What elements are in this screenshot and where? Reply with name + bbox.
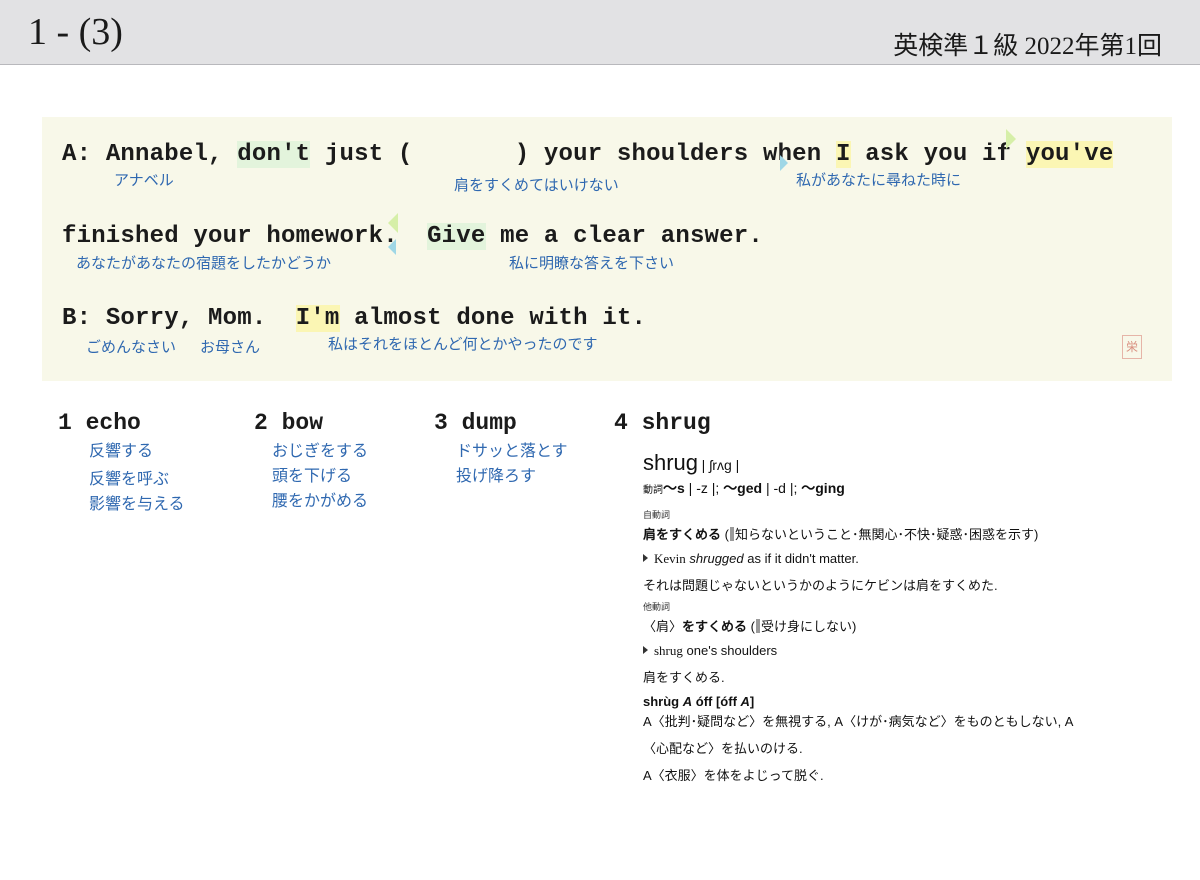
meaning-item: 反響を呼ぶ xyxy=(89,471,170,488)
meaning-item: おじぎをする xyxy=(272,443,369,460)
word-i: I xyxy=(835,141,851,168)
gloss-sorry: ごめんなさい xyxy=(86,339,177,356)
dialogue-line-a1: A: Annabel, don't just ( ) your shoulder… xyxy=(62,141,1114,168)
meaning-item: 腰をかがめる xyxy=(272,493,369,510)
question-number: 1 - (3) xyxy=(28,11,123,53)
chunk-marker-icon xyxy=(780,155,788,171)
text-cursor-icon xyxy=(755,619,760,633)
meaning-item: 影響を与える xyxy=(89,496,185,513)
dict-phrasal-def-2: 〈心配など〉を払いのける. xyxy=(643,741,803,756)
choice-2[interactable]: 2 bow xyxy=(254,410,323,436)
phrase-sorry-mom: Sorry, Mom. xyxy=(105,305,267,332)
phrase-finished-homework: finished your homework. xyxy=(62,223,398,250)
gloss-dont-shrug: 肩をすくめてはいけない xyxy=(454,177,619,194)
gloss-give-answer: 私に明瞭な答えを下さい xyxy=(509,255,675,272)
meaning-item: ドサッと落とす xyxy=(456,443,568,460)
dialogue-panel: A: Annabel, don't just ( ) your shoulder… xyxy=(42,117,1172,381)
choice-1[interactable]: 1 echo xyxy=(58,410,141,436)
phrase-ask-you-if: ask you if xyxy=(865,141,1012,168)
word-dont: don't xyxy=(237,141,311,168)
gloss-almost-done: 私はそれをほとんど何とかやったのです xyxy=(328,336,598,353)
choice-3[interactable]: 3 dump xyxy=(434,410,517,436)
word-youve: you've xyxy=(1025,141,1114,168)
title-bar: 1 - (3) 英検準１級 2022年第1回 xyxy=(0,0,1200,65)
gloss-annabel: アナベル xyxy=(114,172,174,189)
word-im: I'm xyxy=(295,305,340,332)
dict-intransitive-sense: 肩をすくめる (知らないということ･無関心･不快･疑惑･困惑を示す) xyxy=(643,527,1039,542)
dict-intransitive-label: 自動詞 xyxy=(643,510,671,520)
choice-4[interactable]: 4 shrug xyxy=(614,410,711,436)
meaning-item: 投げ降ろす xyxy=(456,468,537,485)
phrase-just-blank: just ( ) your shoulders when xyxy=(324,141,822,168)
dict-pronunciation: | ʃrʌg | xyxy=(701,457,740,473)
chunk-marker-icon xyxy=(388,239,396,255)
dict-example-1: Kevin shrugged as if it didn't matter. xyxy=(643,551,1163,567)
dict-inflections: 動詞〜s | -z |; 〜ged | -d |; 〜ging xyxy=(643,480,845,496)
gloss-finished-homework: あなたがあなたの宿題をしたかどうか xyxy=(76,255,332,272)
meaning-item: 頭を下げる xyxy=(272,468,353,485)
dict-transitive-label: 他動詞 xyxy=(643,602,671,612)
choice-3-meanings: ドサッと落とす 投げ降ろす xyxy=(456,439,568,489)
speaker-a: A: xyxy=(62,141,92,168)
exam-source: 英検準１級 2022年第1回 xyxy=(893,33,1162,60)
phrase-almost-done: almost done with it. xyxy=(354,305,647,332)
chunk-marker-icon xyxy=(388,213,398,233)
dict-example-1-translation: それは問題じゃないというかのようにケビンは肩をすくめた. xyxy=(643,578,998,593)
dict-phrasal-verb: shrùg A óff [óff A] xyxy=(643,694,755,709)
dictionary-entry: shrug | ʃrʌg | 動詞〜s | -z |; 〜ged | -d |;… xyxy=(643,450,1163,784)
phrase-clear-answer: me a clear answer. xyxy=(500,223,763,250)
dict-example-2: shrug one's shoulders xyxy=(643,643,1163,659)
dict-phrasal-def-3: A〈衣服〉を体をよじって脱ぐ. xyxy=(643,768,824,783)
chunk-marker-icon xyxy=(1006,129,1016,149)
gloss-when-i-ask: 私があなたに尋ねた時に xyxy=(796,172,962,189)
speaker-b: B: xyxy=(62,305,92,332)
example-triangle-icon xyxy=(643,646,648,654)
dialogue-line-b: B: Sorry, Mom. I'm almost done with it. xyxy=(62,305,646,332)
dict-phrasal-def-1: A〈批判･疑問など〉を無視する, A〈けが･病気など〉をものともしない, A xyxy=(643,714,1074,729)
word-annabel: Annabel, xyxy=(105,141,223,168)
word-give: Give xyxy=(427,223,486,250)
seal-stamp: 栄 xyxy=(1122,335,1142,359)
gloss-mom: お母さん xyxy=(200,339,261,356)
choice-2-meanings: おじぎをする 頭を下げる 腰をかがめる xyxy=(272,439,368,514)
text-cursor-icon xyxy=(729,527,734,541)
dialogue-line-a2: finished your homework. Give me a clear … xyxy=(62,223,763,250)
meaning-item: 反響する xyxy=(89,443,154,460)
example-triangle-icon xyxy=(643,554,648,562)
choice-1-meanings: 反響する 反響を呼ぶ 影響を与える xyxy=(89,439,185,517)
dict-example-2-translation: 肩をすくめる. xyxy=(643,670,725,685)
dict-transitive-sense: 〈肩〉をすくめる (受け身にしない) xyxy=(643,619,857,634)
dict-headword: shrug xyxy=(643,450,699,475)
